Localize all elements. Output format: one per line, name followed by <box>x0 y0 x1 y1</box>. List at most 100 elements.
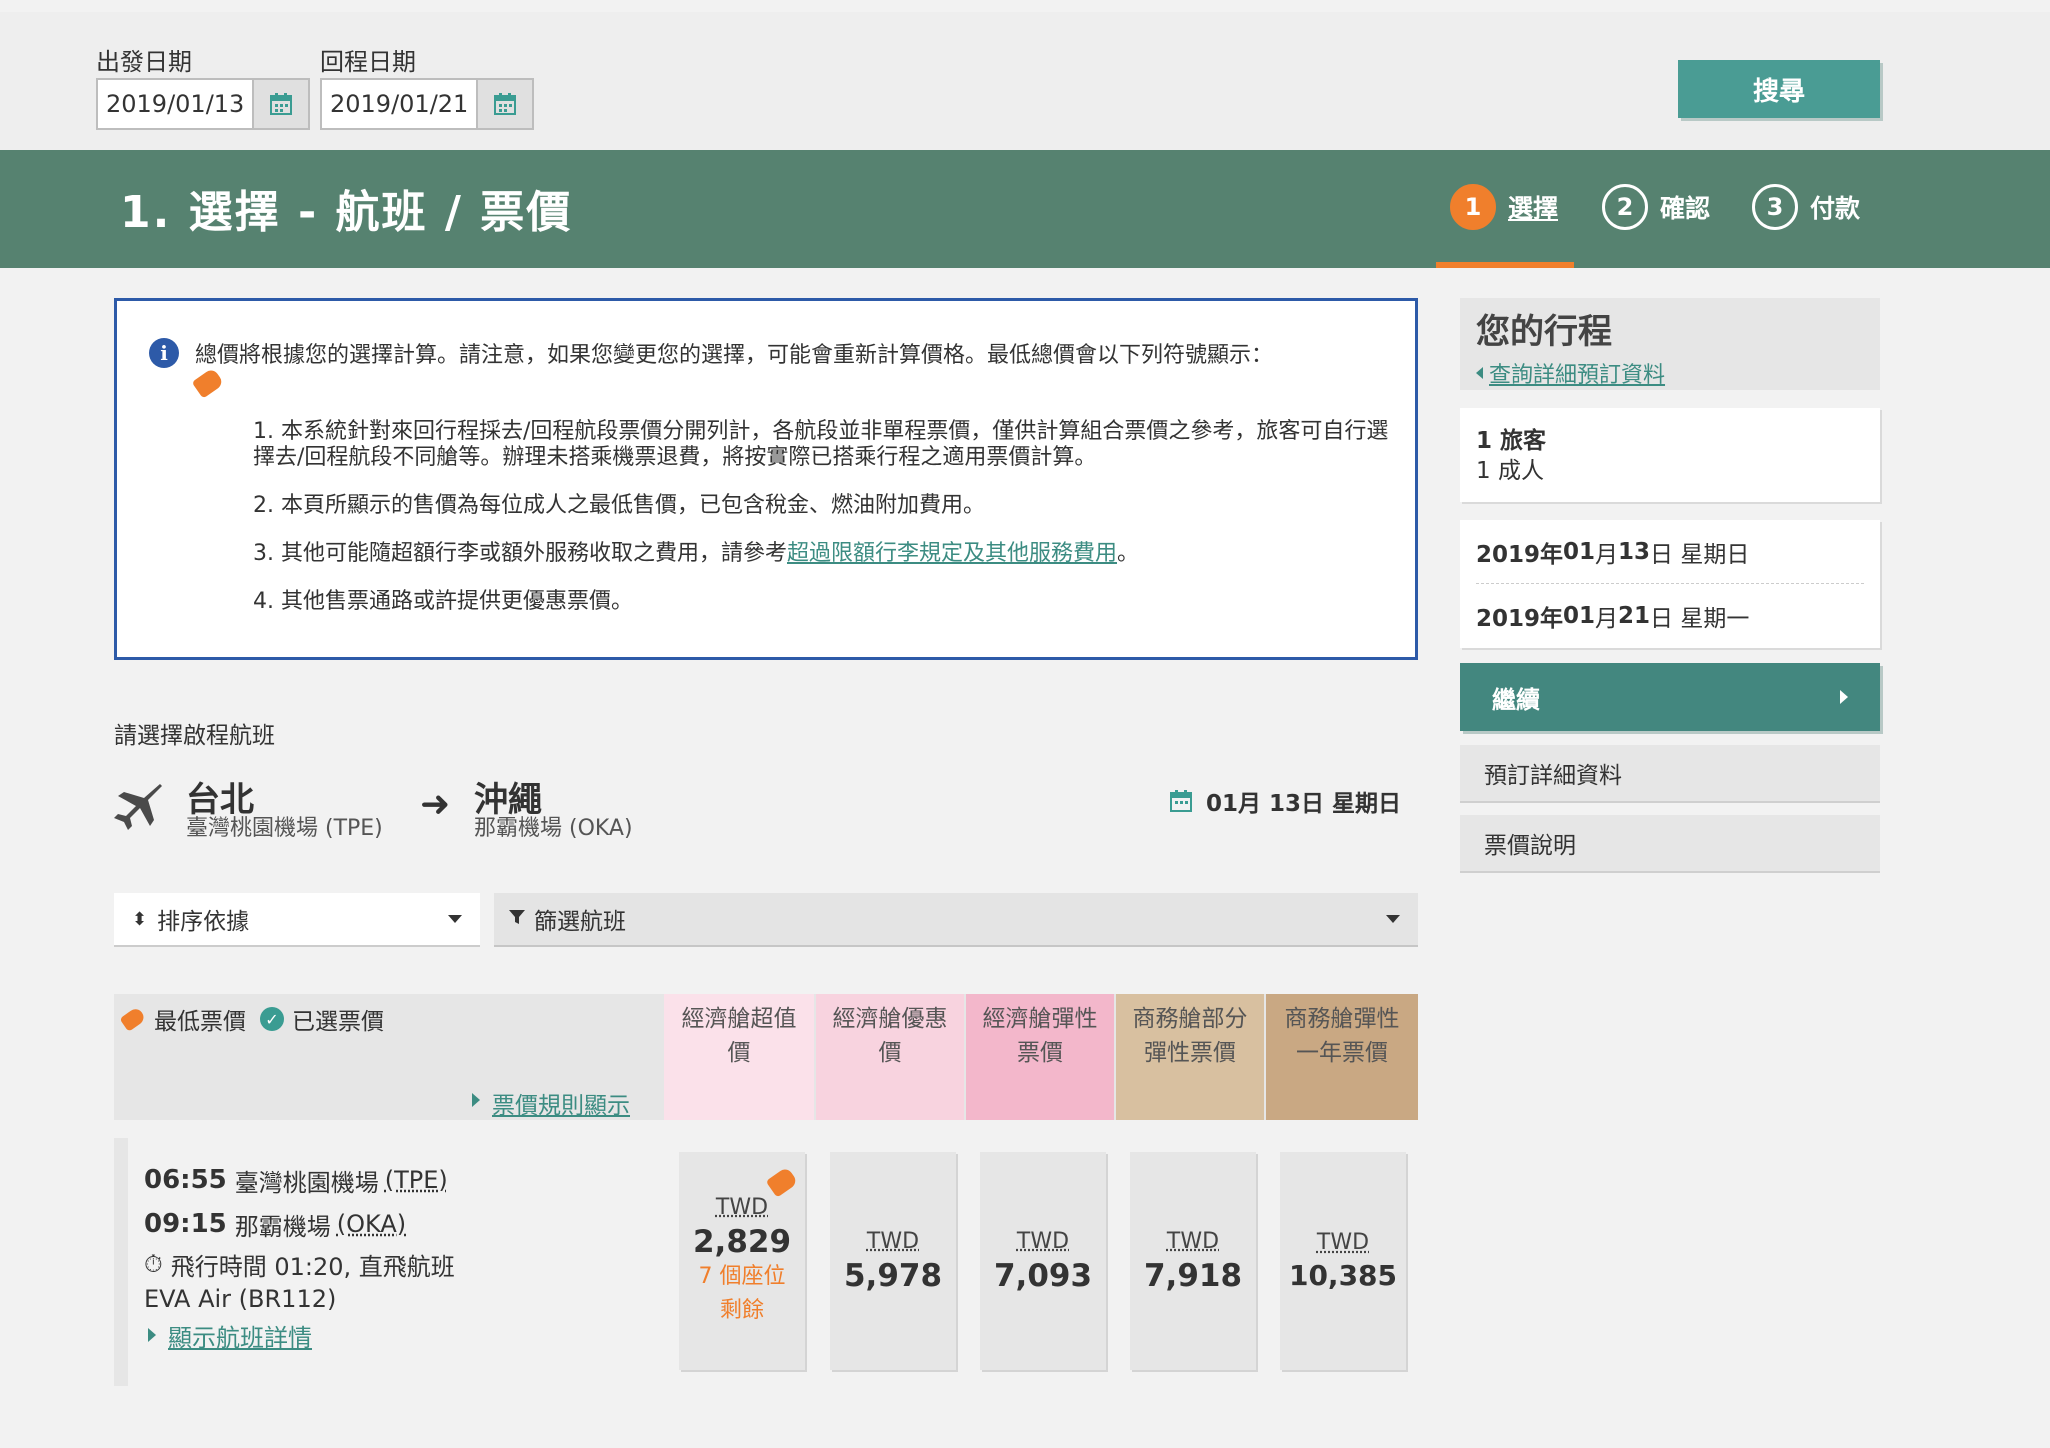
departure-date-input[interactable] <box>98 80 252 128</box>
date-text: 月 <box>1595 606 1619 632</box>
flight-info: 06:55 臺灣桃園機場 (TPE) 09:15 那霸機場 (OKA) ⏱ 飛行… <box>144 1158 455 1354</box>
origin-airport: 臺灣桃園機場 (TPE) <box>186 816 383 841</box>
lowest-price-tag-icon <box>191 367 225 399</box>
fare-card-business-partial-flex[interactable]: TWD 7,918 <box>1130 1152 1256 1370</box>
date-year: 2019年 <box>1476 606 1564 632</box>
outbound-date: 2019年 01 月 13 日 星期日 <box>1476 520 1864 584</box>
chevron-right-icon <box>472 1093 480 1107</box>
step-number: 3 <box>1752 184 1798 230</box>
departure-line: 06:55 臺灣桃園機場 (TPE) <box>144 1158 455 1202</box>
carrier: EVA Air (BR112) <box>144 1285 337 1313</box>
date-day: 13 <box>1618 538 1651 565</box>
active-step-indicator <box>1436 262 1574 268</box>
flight-details-link[interactable]: 顯示航班詳情 <box>168 1318 312 1353</box>
legend-selected: 已選票價 <box>292 1009 384 1035</box>
flight-row: 06:55 臺灣桃園機場 (TPE) 09:15 那霸機場 (OKA) ⏱ 飛行… <box>114 1138 1418 1386</box>
booking-details-link-row: 查詢詳細預訂資料 <box>1476 357 1864 389</box>
depart-time: 06:55 <box>144 1165 227 1195</box>
step-confirm: 2 確認 <box>1602 184 1710 230</box>
arrive-code: (OKA) <box>336 1210 407 1238</box>
return-date-field <box>320 78 534 130</box>
col-title: 經濟艙彈性 <box>982 1006 1098 1032</box>
departure-date-group: 出發日期 <box>96 42 310 130</box>
fare-card-economy-discount[interactable]: TWD 5,978 <box>830 1152 956 1370</box>
fare-card-business-flex-year[interactable]: TWD 10,385 <box>1280 1152 1406 1370</box>
seats-remaining: 7 個座位 <box>698 1263 786 1289</box>
booking-details-button[interactable]: 預訂詳細資料 <box>1460 745 1880 803</box>
fare-info-button[interactable]: 票價說明 <box>1460 815 1880 873</box>
departure-date-label: 出發日期 <box>96 48 192 76</box>
col-title: 經濟艙優惠 <box>832 1006 948 1032</box>
route-date-text: 01月 13日 星期日 <box>1206 791 1402 817</box>
step-number: 1 <box>1450 184 1496 230</box>
plane-icon <box>112 780 164 836</box>
col-title: 商務艙部分 <box>1132 1006 1248 1032</box>
travelers-card: 1 旅客 1 成人 <box>1460 408 1880 502</box>
depart-code: (TPE) <box>384 1166 448 1194</box>
row-indicator <box>114 1138 128 1386</box>
fare-amount: 7,918 <box>1143 1257 1243 1294</box>
baggage-fees-link[interactable]: 超過限額行李規定及其他服務費用 <box>787 541 1117 566</box>
col-economy-flex: 經濟艙彈性 票價 <box>966 994 1114 1120</box>
fare-amount: 10,385 <box>1288 1259 1398 1292</box>
return-date-group: 回程日期 <box>320 42 534 130</box>
col-title: 彈性票價 <box>1144 1040 1236 1066</box>
date-text: 日 星期一 <box>1650 606 1750 632</box>
col-title: 價 <box>727 1040 751 1066</box>
step-select[interactable]: 1 選擇 <box>1450 184 1558 230</box>
lowest-price-tag-icon <box>765 1166 799 1198</box>
chevron-right-icon <box>1840 690 1848 704</box>
search-button[interactable]: 搜尋 <box>1678 60 1880 118</box>
col-title: 商務艙彈性 <box>1284 1006 1400 1032</box>
filter-icon <box>508 906 526 932</box>
chevron-left-icon <box>1476 367 1483 379</box>
notice-intro: 總價將根據您的選擇計算。請注意，如果您變更您的選擇，可能會重新計算價格。最低總價… <box>195 343 1274 368</box>
date-text: 月 <box>1595 541 1619 568</box>
continue-label: 繼續 <box>1492 685 1540 714</box>
step-payment: 3 付款 <box>1752 184 1860 230</box>
fare-amount: 2,829 <box>692 1223 792 1260</box>
fare-currency: TWD <box>1166 1228 1220 1254</box>
fare-amount: 7,093 <box>993 1257 1093 1294</box>
arrival-line: 09:15 那霸機場 (OKA) <box>144 1202 455 1246</box>
departure-date-field <box>96 78 310 130</box>
price-notice: i 總價將根據您的選擇計算。請注意，如果您變更您的選擇，可能會重新計算價格。最低… <box>114 298 1418 660</box>
itinerary-title: 您的行程 <box>1476 312 1612 352</box>
sort-label: 排序依據 <box>157 909 250 935</box>
duration: 飛行時間 01:20, 直飛航班 <box>170 1252 455 1281</box>
notice-list: 1. 本系統針對來回行程採去/回程航段票價分開列計，各航段並非單程票價，僅供計算… <box>253 419 1393 637</box>
calendar-icon[interactable] <box>476 80 532 128</box>
fare-currency: TWD <box>866 1228 920 1254</box>
sort-dropdown[interactable]: ⬍ 排序依據 <box>114 893 480 947</box>
chevron-down-icon <box>448 915 462 923</box>
date-text: 日 星期日 <box>1650 541 1750 568</box>
step-label: 選擇 <box>1508 194 1559 223</box>
fare-currency: TWD <box>1016 1228 1070 1254</box>
page-title: 1. 選擇 - 航班 / 票價 <box>120 187 573 238</box>
chevron-down-icon <box>1386 915 1400 923</box>
calendar-icon[interactable] <box>252 80 308 128</box>
calendar-icon <box>1170 790 1192 812</box>
filter-dropdown[interactable]: 篩選航班 <box>494 893 1418 947</box>
info-icon: i <box>149 338 179 368</box>
chevron-right-icon <box>148 1328 156 1342</box>
traveler-type: 1 成人 <box>1476 458 1544 484</box>
col-economy-saver: 經濟艙超值價 <box>664 994 814 1120</box>
details-line: 顯示航班詳情 <box>144 1316 455 1354</box>
date-year: 2019年 <box>1476 541 1564 568</box>
destination-airport: 那霸機場 (OKA) <box>474 816 633 841</box>
fare-card-economy-flex[interactable]: TWD 7,093 <box>980 1152 1106 1370</box>
arrive-airport: 那霸機場 <box>234 1212 331 1241</box>
outbound-label: 請選擇啟程航班 <box>114 723 275 749</box>
seats-remaining: 剩餘 <box>719 1297 764 1323</box>
date-day: 21 <box>1618 603 1651 629</box>
page-header: 1. 選擇 - 航班 / 票價 1 選擇 2 確認 3 付款 <box>0 150 2050 268</box>
col-title: 票價 <box>1017 1040 1063 1066</box>
view-booking-details-link[interactable]: 查詢詳細預訂資料 <box>1489 357 1665 389</box>
return-date-input[interactable] <box>322 80 476 128</box>
fare-card-economy-saver[interactable]: TWD 2,829 7 個座位 剩餘 <box>679 1152 805 1370</box>
fare-rules-link[interactable]: 票價規則顯示 <box>492 1086 630 1120</box>
col-title: 經濟艙超值 <box>681 1006 797 1032</box>
continue-button[interactable]: 繼續 <box>1460 663 1880 731</box>
notice-item-text: 。 <box>1117 541 1140 566</box>
